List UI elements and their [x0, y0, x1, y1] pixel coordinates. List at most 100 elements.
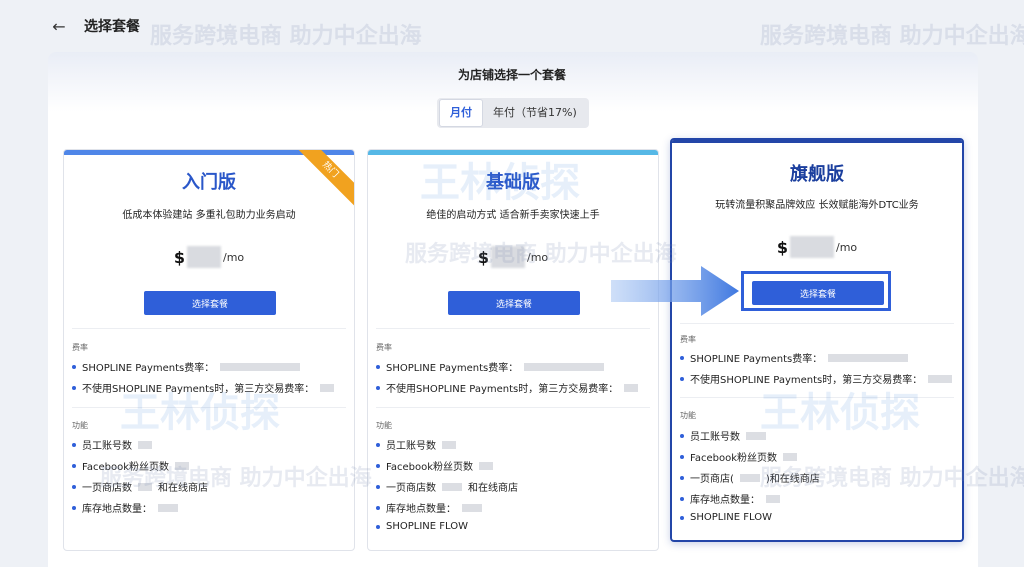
- plan-desc: 低成本体验建站 多重礼包助力业务启动: [122, 210, 296, 221]
- billing-monthly-tab[interactable]: 月付: [439, 99, 483, 127]
- feature-value-blurred: [739, 473, 760, 482]
- bullet-icon: [680, 515, 684, 520]
- fee-section-title: 费率: [680, 335, 696, 344]
- bullet-icon: [680, 496, 684, 501]
- select-plan-button[interactable]: 选择套餐: [144, 291, 276, 315]
- bullet-icon: [680, 475, 684, 480]
- fee-section-title: 费率: [72, 343, 88, 352]
- bullet-icon: [72, 442, 76, 447]
- feature-label: 库存地点数量：: [690, 495, 760, 506]
- bullet-icon: [680, 355, 684, 360]
- divider: [680, 397, 954, 398]
- feature-item: 一页商店数 和在线商店: [72, 479, 208, 494]
- fee-value-blurred: [624, 383, 639, 392]
- fee-item: 不使用SHOPLINE Payments时，第三方交易费率：: [376, 380, 639, 395]
- divider: [376, 328, 650, 329]
- fee-item: SHOPLINE Payments费率：: [680, 350, 909, 365]
- feature-item: 员工账号数: [680, 428, 766, 443]
- feature-label-suffix: 和在线商店: [468, 483, 518, 494]
- feature-label: SHOPLINE FLOW: [386, 521, 468, 532]
- feature-label: Facebook粉丝页数: [690, 453, 777, 464]
- fee-item: SHOPLINE Payments费率：: [376, 359, 605, 374]
- feature-label: 一页商店数: [82, 483, 132, 494]
- feature-label: 员工账号数: [386, 441, 436, 452]
- price-currency: $: [776, 237, 788, 257]
- bullet-icon: [680, 454, 684, 459]
- feature-value-blurred: [766, 494, 780, 503]
- price-unit: /mo: [526, 250, 549, 264]
- bullet-icon: [376, 463, 380, 468]
- bullet-icon: [376, 385, 380, 390]
- feature-value-blurred: [442, 482, 462, 491]
- page-title: 选择套餐: [84, 19, 140, 35]
- pointer-arrow-icon: [611, 266, 739, 316]
- feature-label: 库存地点数量：: [82, 504, 152, 515]
- feature-label-suffix: )和在线商店: [765, 474, 820, 485]
- fee-label: 不使用SHOPLINE Payments时，第三方交易费率：: [690, 375, 923, 386]
- bullet-icon: [376, 505, 380, 510]
- bullet-icon: [72, 505, 76, 510]
- fee-label: 不使用SHOPLINE Payments时，第三方交易费率：: [82, 384, 315, 395]
- plan-heading: 为店铺选择一个套餐: [457, 68, 566, 82]
- plan-desc: 绝佳的启动方式 适合新手卖家快速上手: [426, 210, 600, 221]
- plan-name: 基础版: [486, 172, 540, 193]
- bullet-icon: [72, 484, 76, 489]
- feature-item: 一页商店( )和在线商店: [680, 470, 820, 485]
- bullet-icon: [72, 463, 76, 468]
- fee-value-blurred: [220, 362, 301, 371]
- fee-value-blurred: [524, 362, 605, 371]
- fee-item: SHOPLINE Payments费率：: [72, 359, 301, 374]
- divider: [72, 328, 346, 329]
- feature-label: Facebook粉丝页数: [82, 462, 169, 473]
- feature-value-blurred: [138, 440, 152, 449]
- back-arrow-icon[interactable]: ←: [48, 15, 70, 37]
- feature-value-blurred: [462, 503, 482, 512]
- highlight-box: [741, 271, 891, 311]
- feature-label: 员工账号数: [82, 441, 132, 452]
- bullet-icon: [680, 376, 684, 381]
- feature-item: 库存地点数量：: [680, 491, 780, 506]
- top-bar: ← 选择套餐: [48, 10, 140, 42]
- feature-item: Facebook粉丝页数: [680, 449, 797, 464]
- billing-toggle: 月付 年付（节省17%): [437, 98, 589, 128]
- price-value-blurred: [789, 236, 834, 258]
- divider: [72, 407, 346, 408]
- bullet-icon: [680, 433, 684, 438]
- feature-value-blurred: [138, 482, 152, 491]
- price-unit: /mo: [222, 250, 245, 264]
- plan-name: 旗舰版: [790, 164, 844, 185]
- feature-item: 库存地点数量：: [376, 500, 482, 515]
- bullet-icon: [376, 442, 380, 447]
- price-currency: $: [477, 247, 489, 267]
- feature-section-title: 功能: [376, 421, 392, 430]
- feature-value-blurred: [158, 503, 178, 512]
- feature-label: 员工账号数: [690, 432, 740, 443]
- feature-label: 一页商店(: [690, 474, 734, 485]
- feature-item: 员工账号数: [72, 437, 152, 452]
- billing-yearly-tab[interactable]: 年付（节省17%): [483, 100, 587, 126]
- feature-item: SHOPLINE FLOW: [376, 521, 468, 532]
- feature-item: 一页商店数 和在线商店: [376, 479, 518, 494]
- feature-value-blurred: [783, 452, 797, 461]
- fee-item: 不使用SHOPLINE Payments时，第三方交易费率：: [680, 371, 953, 386]
- card-top-bar: [672, 140, 962, 143]
- watermark-slogan: 服务跨境电商 助力中企出海: [760, 24, 1024, 49]
- fee-label: SHOPLINE Payments费率：: [690, 354, 823, 365]
- feature-item: Facebook粉丝页数: [72, 458, 189, 473]
- bullet-icon: [376, 524, 380, 529]
- plan-card-starter: 热门 入门版 低成本体验建站 多重礼包助力业务启动 $ /mo 选择套餐 费率 …: [63, 149, 355, 551]
- fee-section-title: 费率: [376, 343, 392, 352]
- feature-label: Facebook粉丝页数: [386, 462, 473, 473]
- fee-value-blurred: [828, 353, 909, 362]
- plan-card-basic: 基础版 绝佳的启动方式 适合新手卖家快速上手 $ /mo 选择套餐 费率 SHO…: [367, 149, 659, 551]
- feature-value-blurred: [479, 461, 493, 470]
- fee-label: 不使用SHOPLINE Payments时，第三方交易费率：: [386, 384, 619, 395]
- plan-desc: 玩转流量积聚品牌效应 长效赋能海外DTC业务: [715, 200, 919, 211]
- fee-value-blurred: [320, 383, 335, 392]
- plan-card-flagship: 旗舰版 玩转流量积聚品牌效应 长效赋能海外DTC业务 $ /mo 选择套餐 费率…: [670, 138, 964, 542]
- select-plan-button[interactable]: 选择套餐: [448, 291, 580, 315]
- feature-item: SHOPLINE FLOW: [680, 512, 772, 523]
- fee-label: SHOPLINE Payments费率：: [386, 363, 519, 374]
- bullet-icon: [376, 484, 380, 489]
- feature-label: 库存地点数量：: [386, 504, 456, 515]
